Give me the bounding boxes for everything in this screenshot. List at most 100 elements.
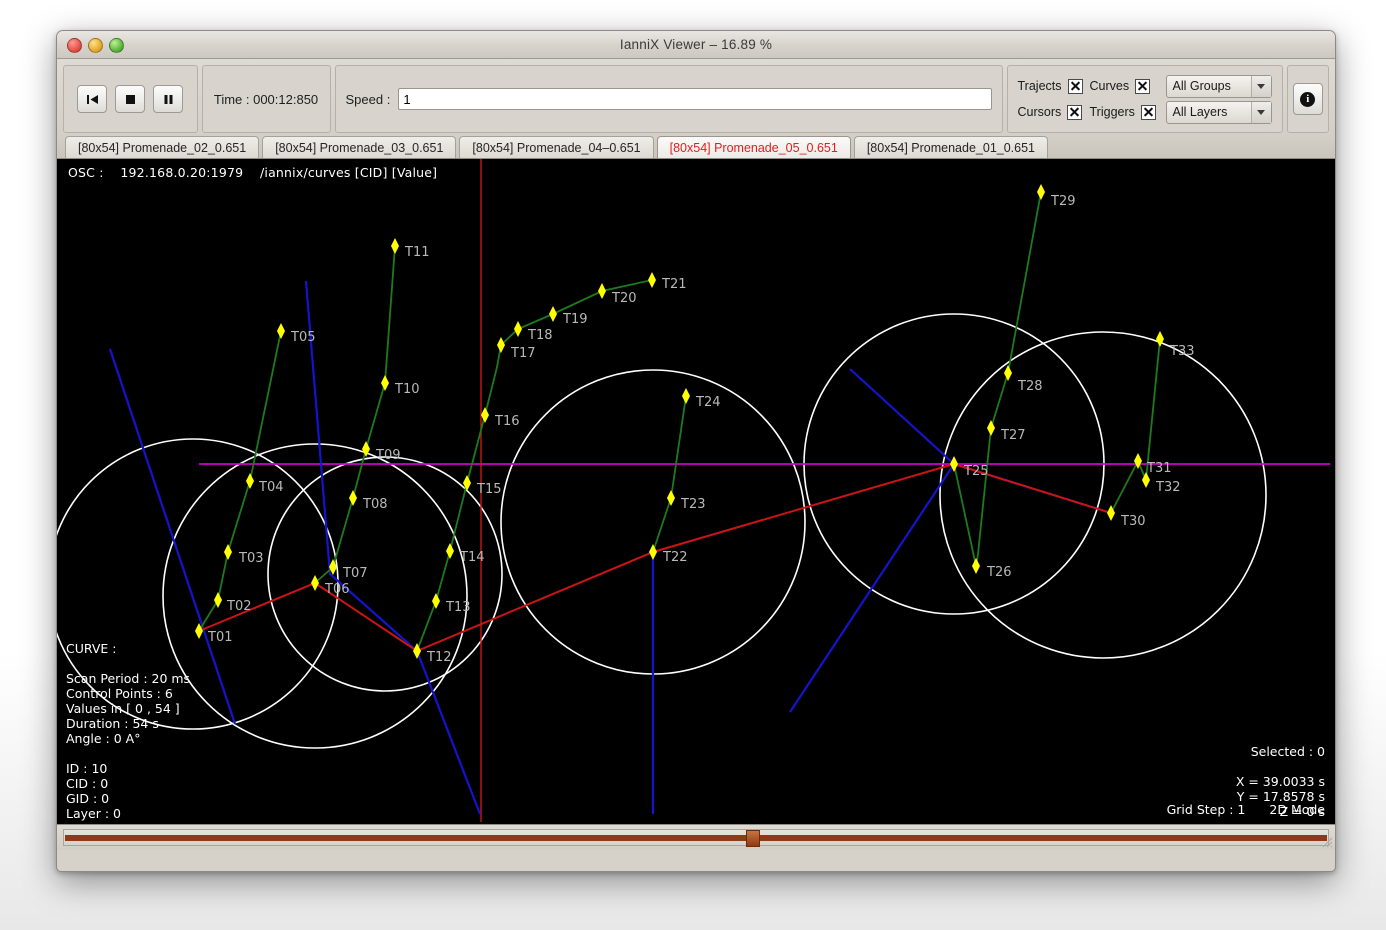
trigger-label: T06 [324, 582, 349, 597]
toggle-trajects[interactable]: Trajects [1018, 78, 1090, 94]
tab-promenade-03[interactable]: [80x54] Promenade_03_0.651 [262, 136, 457, 158]
trigger-marker[interactable] [311, 575, 319, 591]
trigger-label: T03 [238, 551, 263, 566]
speed-input[interactable] [398, 88, 992, 110]
trigger-label: T27 [1000, 428, 1025, 443]
timeline-fill [65, 835, 1327, 841]
timeline-handle[interactable] [746, 830, 760, 847]
score-vector-scene: T01 T02 T03 T04 T05 T06T07 T08 T09 T10 T11 T12 T13 T… [57, 159, 1330, 822]
curve-cid: CID : 0 [66, 776, 109, 791]
trajectory-green [652, 395, 687, 553]
trajectory-red [198, 463, 955, 653]
pause-button[interactable] [153, 85, 184, 113]
rewind-button[interactable] [77, 85, 108, 113]
trigger-marker[interactable] [497, 337, 505, 353]
window-title: IanniX Viewer – 16.89 % [619, 37, 773, 52]
trigger-marker[interactable] [381, 375, 389, 391]
tab-promenade-05[interactable]: [80x54] Promenade_05_0.651 [656, 136, 851, 158]
curve-id: ID : 10 [66, 761, 108, 776]
layers-select-value: All Layers [1172, 105, 1228, 119]
trigger-marker[interactable] [972, 558, 980, 574]
toggle-triggers[interactable]: Triggers [1090, 104, 1166, 120]
zoom-button[interactable] [109, 38, 124, 53]
trigger-label: T12 [426, 650, 451, 665]
trigger-marker[interactable] [598, 283, 606, 299]
info-group: i [1286, 65, 1329, 133]
trajectory-blue [304, 280, 482, 815]
trigger-label: T29 [1050, 194, 1075, 209]
curve-values-range: Values in [ 0 , 54 ] [66, 701, 180, 716]
curve-scan-period: Scan Period : 20 ms [66, 671, 191, 686]
display-toggles-group: Trajects Curves All Groups Cursors Trigg… [1006, 65, 1283, 133]
trigger-label: T08 [362, 497, 387, 512]
trigger-label: T22 [662, 550, 687, 565]
resize-grip-icon[interactable] [1321, 836, 1333, 848]
stop-button[interactable] [115, 85, 146, 113]
groups-select[interactable]: All Groups [1165, 74, 1272, 98]
trajectory-green [1110, 338, 1161, 514]
trigger-marker[interactable] [391, 238, 399, 254]
screen-root: IanniX Viewer – 16.89 % Time: 000:12:85… [0, 0, 1386, 930]
trigger-marker[interactable] [349, 490, 357, 506]
toggle-cursors[interactable]: Cursors [1017, 104, 1090, 120]
trigger-marker[interactable] [549, 306, 557, 322]
trigger-marker[interactable] [481, 407, 489, 423]
trigger-label: T04 [258, 480, 283, 495]
info-icon: i [1300, 91, 1316, 107]
score-canvas[interactable]: T01 T02 T03 T04 T05 T06 T07 T08 T09 T10 T11 T12 T13 T… [57, 159, 1335, 824]
trigger-marker[interactable] [1037, 184, 1045, 200]
curve-duration: Duration : 54 s [66, 716, 159, 731]
tab-promenade-04[interactable]: [80x54] Promenade_04–0.651 [459, 136, 654, 158]
trajects-checkbox[interactable] [1067, 78, 1083, 94]
time-group: Time : 000:12:850 [201, 65, 331, 133]
trigger-label: T21 [661, 277, 686, 292]
trigger-label: T09 [375, 448, 400, 463]
trigger-label: T25 [963, 464, 988, 479]
trigger-marker[interactable] [277, 323, 285, 339]
trigger-label: T17 [510, 346, 535, 361]
toggle-curves[interactable]: Curves [1089, 78, 1166, 94]
trigger-marker[interactable] [1156, 331, 1164, 347]
toggle-cursors-label: Cursors [1017, 105, 1062, 119]
timeline-track[interactable] [63, 829, 1329, 847]
title-bar: IanniX Viewer – 16.89 % [57, 31, 1335, 59]
trigger-marker[interactable] [987, 420, 995, 436]
window-controls[interactable] [67, 38, 124, 53]
curve-gid: GID : 0 [66, 791, 110, 806]
trigger-label: T26 [986, 565, 1011, 580]
triggers-checkbox[interactable] [1140, 104, 1156, 120]
trigger-label: T24 [695, 395, 720, 410]
cursors-checkbox[interactable] [1067, 104, 1083, 120]
tab-bar: [80x54] Promenade_02_0.651 [80x54] Prome… [57, 136, 1335, 159]
trigger-marker[interactable] [224, 544, 232, 560]
canvas-footer-status: Grid Step : 1 2D Mode [1167, 802, 1325, 817]
groups-select-value: All Groups [1172, 79, 1231, 93]
layers-select[interactable]: All Layers [1165, 100, 1272, 124]
trigger-label: T13 [445, 600, 470, 615]
toggle-curves-label: Curves [1089, 79, 1130, 93]
curve-angle: Angle : 0 A° [66, 731, 141, 746]
application-window: IanniX Viewer – 16.89 % Time: 000:12:85… [56, 30, 1336, 872]
close-button[interactable] [67, 38, 82, 53]
trigger-marker[interactable] [648, 272, 656, 288]
selected-count: Selected : 0 [1250, 744, 1325, 759]
info-button[interactable]: i [1292, 83, 1323, 115]
trigger-marker[interactable] [1004, 365, 1012, 381]
trigger-label: T19 [562, 312, 587, 327]
tab-promenade-01[interactable]: [80x54] Promenade_01_0.651 [853, 136, 1049, 158]
speed-group: Speed : [334, 65, 1003, 133]
trajectory-blue [789, 462, 1112, 713]
trigger-marker[interactable] [682, 388, 690, 404]
curve-layer: Layer : 0 [66, 806, 121, 821]
trigger-label: T01 [207, 630, 232, 645]
trigger-marker[interactable] [514, 321, 522, 337]
trigger-marker[interactable] [446, 543, 454, 559]
tab-promenade-02[interactable]: [80x54] Promenade_02_0.651 [65, 136, 260, 158]
trigger-label: T10 [394, 382, 419, 397]
timeline-bar[interactable] [57, 824, 1335, 850]
trigger-label: T02 [226, 599, 251, 614]
minimize-button[interactable] [88, 38, 103, 53]
trigger-marker[interactable] [246, 473, 254, 489]
curves-checkbox[interactable] [1135, 78, 1151, 94]
trigger-label: T15 [476, 482, 501, 497]
